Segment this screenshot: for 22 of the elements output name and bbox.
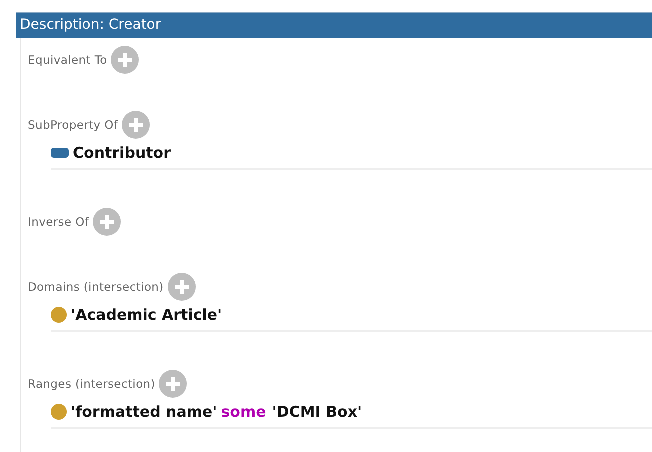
section-label: Domains (intersection) bbox=[28, 280, 164, 294]
entity-row[interactable]: 'Academic Article' bbox=[51, 300, 652, 332]
entity-row[interactable]: Contributor bbox=[51, 138, 652, 170]
entity-name: 'formatted name' bbox=[71, 403, 218, 421]
section-label: Inverse Of bbox=[28, 215, 90, 229]
class-icon bbox=[51, 404, 67, 420]
entity-row[interactable]: 'formatted name' some 'DCMI Box' bbox=[51, 397, 652, 429]
add-icon[interactable] bbox=[93, 208, 122, 236]
class-icon bbox=[51, 307, 67, 323]
section-label: SubProperty Of bbox=[28, 118, 118, 132]
property-icon bbox=[51, 148, 69, 158]
add-icon[interactable] bbox=[168, 273, 196, 301]
entity-name: 'Academic Article' bbox=[71, 306, 222, 324]
panel-title: Description: Creator bbox=[16, 12, 652, 38]
section-label: Ranges (intersection) bbox=[28, 377, 156, 391]
keyword-text: some bbox=[221, 403, 266, 421]
section-label: Equivalent To bbox=[28, 53, 108, 67]
add-icon[interactable] bbox=[122, 111, 150, 139]
entity-name: Contributor bbox=[73, 144, 171, 162]
add-icon[interactable] bbox=[111, 46, 140, 74]
entity-name: 'DCMI Box' bbox=[272, 403, 362, 421]
add-icon[interactable] bbox=[159, 370, 188, 398]
